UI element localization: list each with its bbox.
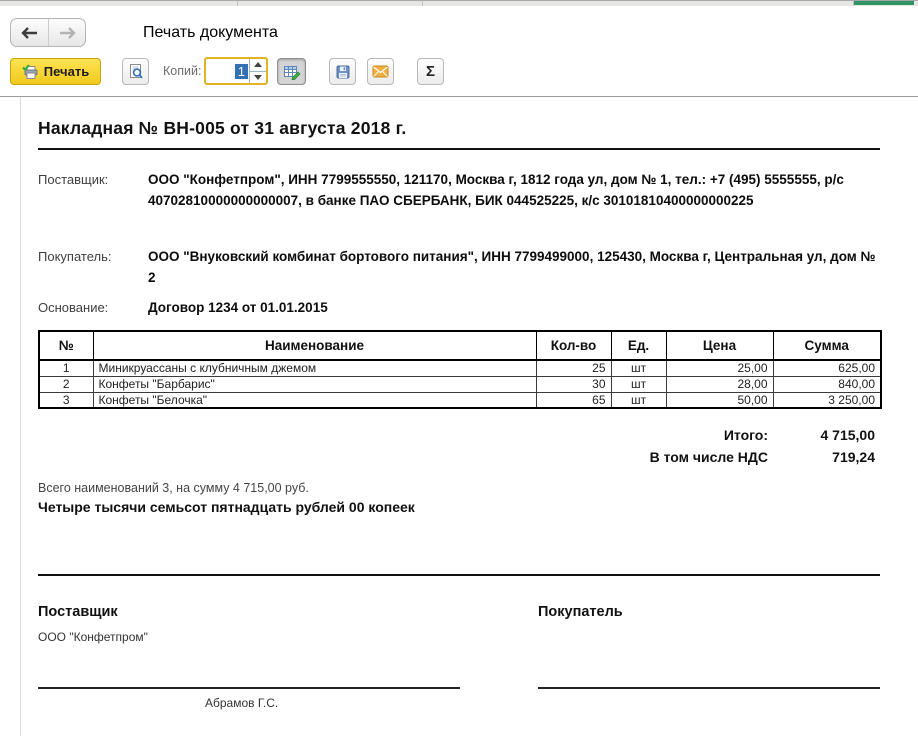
buyer-label: Покупатель: xyxy=(38,249,112,264)
history-nav-group xyxy=(10,18,86,47)
cell-num: 1 xyxy=(38,359,94,377)
total-row: Итого: 4 715,00 xyxy=(38,424,875,446)
copies-input[interactable]: 1 xyxy=(206,59,249,83)
goods-table: № Наименование Кол-во Ед. Цена Сумма 1 М… xyxy=(38,330,882,409)
header-unit: Ед. xyxy=(610,330,667,361)
totals-block: Итого: 4 715,00 В том числе НДС 719,24 xyxy=(38,424,875,468)
cell-qty: 65 xyxy=(535,391,612,409)
amount-in-words: Четыре тысячи семьсот пятнадцать рублей … xyxy=(38,499,415,515)
envelope-icon xyxy=(372,65,389,78)
total-label: Итого: xyxy=(723,427,768,443)
arrow-left-icon xyxy=(20,26,39,39)
print-button[interactable]: Печать xyxy=(10,58,101,85)
triangle-down-icon xyxy=(254,74,262,80)
print-toolbar: Печать Копий: 1 Σ xyxy=(0,56,918,96)
window-header: Печать документа xyxy=(0,6,918,56)
arrow-right-icon xyxy=(58,26,76,39)
supplier-label: Поставщик: xyxy=(38,172,109,187)
header-price: Цена xyxy=(665,330,774,361)
cell-sum: 625,00 xyxy=(772,359,882,377)
triangle-up-icon xyxy=(254,62,262,68)
header-sum: Сумма xyxy=(772,330,882,361)
back-button[interactable] xyxy=(11,19,48,46)
buyer-field: Покупатель: ООО "Внуковский комбинат бор… xyxy=(38,246,880,288)
cell-name: Миникруассаны с клубничным джемом xyxy=(92,359,537,377)
supplier-signer-name: Абрамов Г.С. xyxy=(205,696,279,710)
document-magnifier-icon xyxy=(128,63,144,80)
supplier-signature-line xyxy=(38,687,460,689)
copies-label: Копий: xyxy=(163,64,202,78)
supplier-signature-title: Поставщик xyxy=(38,604,118,620)
total-value: 4 715,00 xyxy=(820,427,876,443)
spreadsheet-gutter-line xyxy=(20,97,21,736)
header-qty: Кол-во xyxy=(535,330,612,361)
cell-qty: 30 xyxy=(535,375,612,393)
supplier-field: Поставщик: ООО "Конфетпром", ИНН 7799555… xyxy=(38,169,880,211)
email-button[interactable] xyxy=(367,58,394,85)
printer-check-icon xyxy=(22,63,39,80)
print-document-window: Печать документа Печать Копий: 1 Σ Накла… xyxy=(0,0,918,745)
cell-name: Конфеты "Белочка" xyxy=(92,391,537,409)
buyer-signature-line xyxy=(538,687,880,689)
cell-name: Конфеты "Барбарис" xyxy=(92,375,537,393)
spinner-up-button[interactable] xyxy=(250,59,266,72)
table-row: 3 Конфеты "Белочка" 65 шт 50,00 3 250,00 xyxy=(38,391,882,409)
supplier-value: ООО "Конфетпром", ИНН 7799555550, 121170… xyxy=(148,172,844,208)
cell-num: 2 xyxy=(38,375,94,393)
supplier-org-name: ООО "Конфетпром" xyxy=(38,630,148,644)
cell-price: 28,00 xyxy=(665,375,774,393)
cell-price: 50,00 xyxy=(665,391,774,409)
active-tab-indicator xyxy=(854,1,914,5)
spinner-buttons xyxy=(249,59,266,83)
vat-value: 719,24 xyxy=(832,449,875,465)
preview-button[interactable] xyxy=(122,58,149,85)
forward-button[interactable] xyxy=(48,19,85,46)
spinner-down-button[interactable] xyxy=(250,72,266,84)
cell-sum: 840,00 xyxy=(772,375,882,393)
cell-sum: 3 250,00 xyxy=(772,391,882,409)
buyer-signature-title: Покупатель xyxy=(538,604,623,620)
document-title: Накладная № ВН-005 от 31 августа 2018 г. xyxy=(38,118,407,138)
items-count-summary: Всего наименований 3, на сумму 4 715,00 … xyxy=(38,481,309,495)
table-pencil-icon xyxy=(283,64,301,80)
copies-spinner[interactable]: 1 xyxy=(204,57,268,85)
cell-unit: шт xyxy=(610,359,667,377)
edit-table-button[interactable] xyxy=(277,58,306,85)
cell-qty: 25 xyxy=(535,359,612,377)
cell-unit: шт xyxy=(610,375,667,393)
cell-unit: шт xyxy=(610,391,667,409)
save-button[interactable] xyxy=(329,58,356,85)
sigma-icon: Σ xyxy=(425,63,435,80)
basis-label: Основание: xyxy=(38,300,109,315)
document-preview-area[interactable]: Накладная № ВН-005 от 31 августа 2018 г.… xyxy=(0,96,918,744)
cell-price: 25,00 xyxy=(665,359,774,377)
signature-section-divider xyxy=(38,574,880,576)
header-num: № xyxy=(38,330,94,361)
vat-row: В том числе НДС 719,24 xyxy=(38,446,875,468)
basis-value: Договор 1234 от 01.01.2015 xyxy=(148,300,328,315)
copies-value: 1 xyxy=(234,63,248,79)
title-underline xyxy=(38,148,880,150)
vat-label: В том числе НДС xyxy=(649,449,768,465)
sum-button[interactable]: Σ xyxy=(417,58,444,85)
header-name: Наименование xyxy=(92,330,537,361)
table-header-row: № Наименование Кол-во Ед. Цена Сумма xyxy=(38,330,882,361)
table-row: 2 Конфеты "Барбарис" 30 шт 28,00 840,00 xyxy=(38,375,882,393)
print-button-label: Печать xyxy=(43,64,90,79)
table-row: 1 Миникруассаны с клубничным джемом 25 ш… xyxy=(38,359,882,377)
floppy-disk-icon xyxy=(335,64,351,80)
cell-num: 3 xyxy=(38,391,94,409)
basis-field: Основание: Договор 1234 от 01.01.2015 xyxy=(38,297,880,318)
buyer-value: ООО "Внуковский комбинат бортового питан… xyxy=(148,249,876,285)
page-title: Печать документа xyxy=(143,24,278,41)
